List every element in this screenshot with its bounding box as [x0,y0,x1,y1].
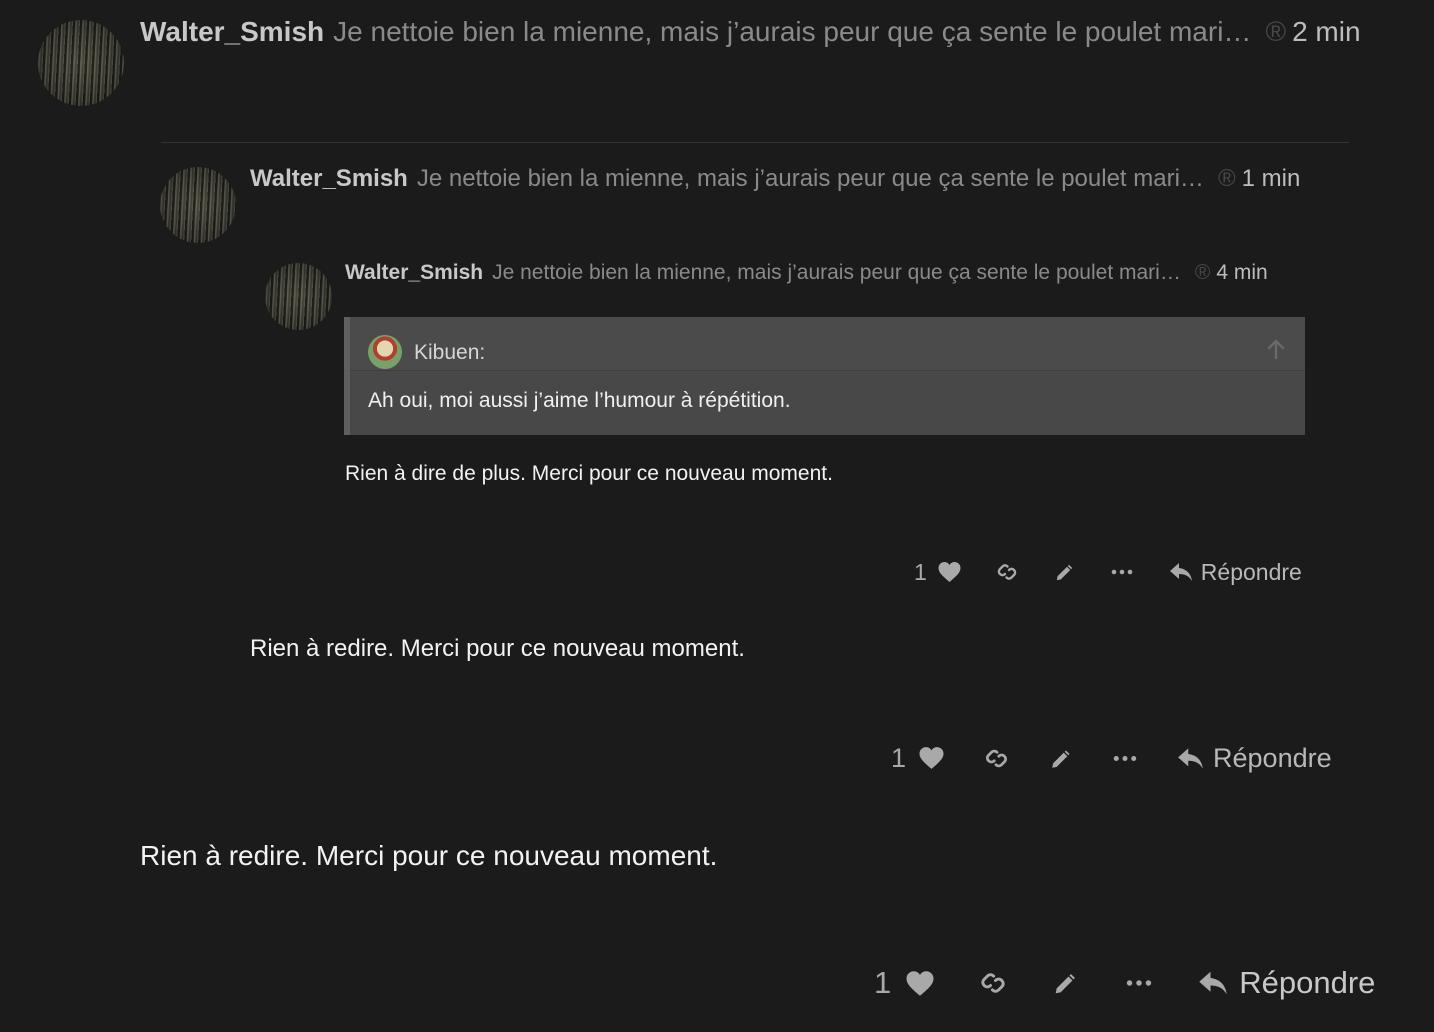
post-time[interactable]: 4 min [1216,261,1267,285]
heart-icon[interactable] [937,561,962,583]
ellipsis-icon[interactable] [1111,568,1133,576]
post-header: Walter_Smish Je nettoie bien la mienne, … [250,165,1300,193]
pencil-icon[interactable] [1051,968,1081,998]
heart-icon[interactable] [918,746,945,770]
ellipsis-icon[interactable] [1126,978,1152,988]
post-time[interactable]: 2 min [1292,16,1360,48]
quote-text: Ah oui, moi aussi j’aime l’humour à répé… [368,389,791,412]
post-actions: 1 Répondre [914,555,1302,589]
link-icon[interactable] [983,745,1010,772]
reply-button[interactable]: Répondre [1201,559,1302,586]
username[interactable]: Walter_Smish [250,165,408,193]
post-excerpt[interactable]: Je nettoie bien la mienne, mais j’aurais… [492,261,1181,285]
link-icon[interactable] [978,968,1008,998]
like-count[interactable]: 1 [891,743,906,774]
link-icon[interactable] [995,560,1019,584]
registered-icon: ® [1194,261,1211,284]
quote-author[interactable]: Kibuen: [414,341,485,365]
post-header: Walter_Smish Je nettoie bien la mienne, … [140,16,1361,48]
like-count[interactable]: 1 [874,965,891,1001]
post-actions: 1 Répondre [891,739,1332,777]
avatar[interactable] [38,20,124,106]
like-count[interactable]: 1 [914,559,927,586]
quote-block: Kibuen: Ah oui, moi aussi j’aime l’humou… [344,317,1305,435]
reply-arrow-icon[interactable] [1177,746,1204,771]
post-actions: 1 Répondre [874,961,1375,1005]
divider [161,142,1349,143]
reply-button[interactable]: Répondre [1239,965,1375,1001]
ellipsis-icon[interactable] [1113,754,1137,763]
registered-icon: ® [1265,16,1287,47]
post-body: Rien à redire. Merci pour ce nouveau mom… [140,840,718,871]
avatar[interactable] [160,167,236,243]
quote-avatar[interactable] [368,335,402,369]
reply-button[interactable]: Répondre [1213,743,1332,774]
post-excerpt[interactable]: Je nettoie bien la mienne, mais j’aurais… [333,16,1251,48]
reply-arrow-icon[interactable] [1198,969,1228,997]
username[interactable]: Walter_Smish [345,261,483,285]
post-excerpt[interactable]: Je nettoie bien la mienne, mais j’aurais… [417,165,1204,193]
post-body: Rien à dire de plus. Merci pour ce nouve… [345,462,833,485]
heart-icon[interactable] [905,970,935,997]
arrow-up-icon[interactable] [1267,339,1285,359]
quote-header: Kibuen: [350,317,1305,371]
username[interactable]: Walter_Smish [140,16,324,48]
reply-arrow-icon[interactable] [1169,561,1193,583]
post-body: Rien à redire. Merci pour ce nouveau mom… [250,635,745,662]
post-time[interactable]: 1 min [1242,165,1301,193]
avatar[interactable] [265,263,332,330]
registered-icon: ® [1217,165,1236,192]
post-header: Walter_Smish Je nettoie bien la mienne, … [345,261,1268,285]
pencil-icon[interactable] [1048,745,1075,772]
pencil-icon[interactable] [1053,560,1077,584]
